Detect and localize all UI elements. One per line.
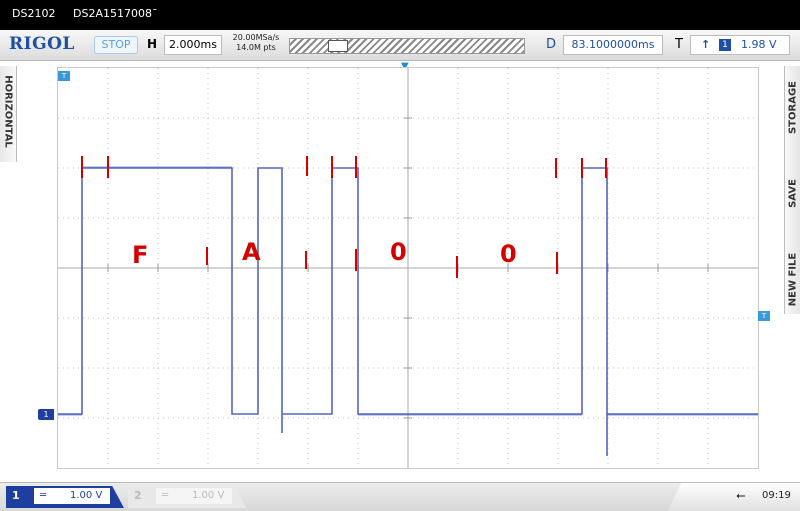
timebase-value[interactable]: 2.000ms (164, 35, 222, 55)
memory-position-bar[interactable] (289, 38, 525, 54)
bit-marker (605, 158, 607, 178)
t-marker-top[interactable]: T (58, 71, 70, 81)
bit-marker (581, 158, 583, 178)
horizontal-tab-label: HORIZONTAL (2, 75, 14, 148)
horizontal-label: H (147, 37, 158, 51)
dc-coupling-icon: ═ (162, 490, 169, 501)
trigger-channel-badge: 1 (719, 39, 731, 51)
rising-edge-icon: ↑ (701, 38, 711, 51)
clock: 09:19 (762, 490, 791, 501)
ch2-scale-box: ═ 1.00 V (156, 488, 232, 504)
bit-marker (355, 249, 357, 271)
t-marker-right[interactable]: T (758, 311, 770, 321)
usb-icon: ⭠ (736, 488, 746, 502)
save-tab-label[interactable]: SAVE (788, 149, 799, 239)
ch1-offset-marker[interactable]: 1 (38, 409, 54, 420)
bit-marker (81, 156, 83, 178)
memory-depth: 14.0M pts (236, 43, 276, 52)
annotation-zero-2: 0 (500, 240, 517, 268)
storage-tab-label[interactable]: STORAGE (788, 63, 799, 153)
acquisition-info: 20.00MSa/s 14.0M pts (228, 33, 284, 53)
bit-marker (331, 156, 333, 178)
ch2-scale: 1.00 V (192, 490, 225, 501)
new-file-tab-label[interactable]: NEW FILE (788, 235, 799, 325)
bit-marker (305, 251, 307, 269)
channel-status-bar: 1 ═ 1.00 V 2 ═ 1.00 V ⭠ 09:19 (0, 482, 800, 511)
ch2-status-tab[interactable]: 2 ═ 1.00 V (128, 486, 246, 508)
annotation-f: F (132, 241, 149, 269)
brand-logo: RIGOL (9, 34, 75, 54)
waveform-grid[interactable] (57, 67, 759, 469)
bit-marker (556, 252, 558, 274)
bit-marker (206, 247, 208, 265)
run-stop-indicator[interactable]: STOP (94, 36, 138, 54)
bit-marker (555, 158, 557, 178)
dc-coupling-icon: ═ (40, 490, 47, 501)
waveform-display (58, 68, 758, 468)
bit-marker (355, 156, 357, 178)
trigger-settings[interactable]: ↑ 1 1.98 V (690, 35, 790, 55)
title-bar: DS2102 DS2A1517008ˉ (0, 0, 800, 30)
ch2-number: 2 (134, 489, 142, 502)
top-toolbar: RIGOL STOP H 2.000ms 20.00MSa/s 14.0M pt… (0, 30, 800, 61)
trigger-level: 1.98 V (741, 38, 777, 51)
delay-value[interactable]: 83.1000000ms (563, 35, 663, 55)
ch1-status-tab[interactable]: 1 ═ 1.00 V (6, 486, 124, 508)
serial-number: DS2A1517008ˉ (73, 7, 158, 20)
view-window-indicator (328, 40, 348, 52)
trigger-label: T (675, 37, 683, 52)
storage-side-panel[interactable]: STORAGE SAVE NEW FILE (784, 66, 800, 314)
sample-rate: 20.00MSa/s (232, 33, 280, 42)
ch1-scale: 1.00 V (70, 490, 103, 501)
bit-marker (306, 156, 308, 176)
bit-marker (107, 156, 109, 178)
annotation-zero-1: 0 (390, 238, 407, 266)
ch1-number: 1 (12, 489, 20, 502)
horizontal-side-tab[interactable]: HORIZONTAL (0, 66, 17, 162)
bit-marker (456, 256, 458, 278)
annotation-a: A (242, 238, 261, 266)
model-name: DS2102 (12, 7, 56, 20)
delay-label: D (546, 37, 557, 52)
ch1-scale-box: ═ 1.00 V (34, 488, 110, 504)
